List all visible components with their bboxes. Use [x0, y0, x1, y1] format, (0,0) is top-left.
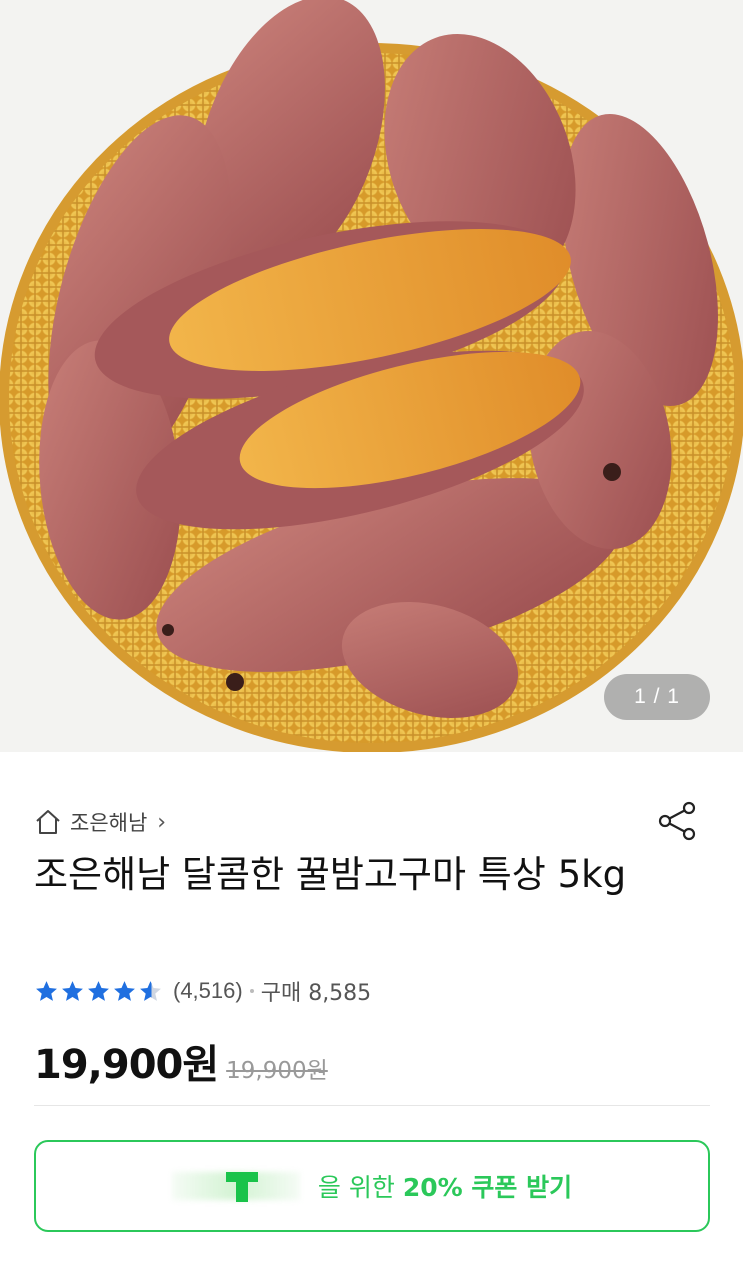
original-price: 19,900원	[226, 1058, 328, 1084]
coupon-text-prefix: 을 위한	[317, 1173, 403, 1202]
coupon-text: 을 위한 20% 쿠폰 받기	[318, 1168, 572, 1204]
store-link[interactable]: 조은해남 ›	[34, 806, 166, 838]
rating-row[interactable]: (4,516) 구매 8,585	[34, 974, 371, 1008]
bottom-mask	[116, 1232, 300, 1266]
purchase-count: 구매 8,585	[260, 981, 372, 1006]
star-icon	[114, 980, 135, 1001]
store-name: 조은해남	[70, 811, 148, 835]
product-image[interactable]: 1 / 1	[0, 0, 743, 752]
star-icon	[88, 980, 109, 1001]
t-logo-icon	[225, 1172, 258, 1202]
membership-logo	[171, 1168, 300, 1204]
home-icon	[36, 810, 60, 834]
star-half-icon	[140, 980, 161, 1001]
star-icon	[62, 980, 83, 1001]
coupon-text-highlight: 20% 쿠폰 받기	[402, 1173, 573, 1202]
chevron-right-icon: ›	[157, 809, 167, 835]
sale-price: 19,900원	[34, 1042, 219, 1088]
product-title: 조은해남 달콤한 꿀밤고구마 특상 5kg	[34, 853, 627, 896]
star-rating	[34, 979, 163, 1004]
share-icon[interactable]	[656, 800, 698, 842]
divider	[34, 1105, 710, 1106]
sweet-potato-illustration	[0, 0, 743, 752]
review-count[interactable]: (4,516)	[173, 978, 243, 1004]
separator-dot	[249, 989, 254, 993]
image-counter: 1 / 1	[604, 674, 710, 720]
star-icon	[36, 980, 57, 1001]
price-row: 19,900원 19,900원	[34, 1032, 328, 1090]
coupon-button[interactable]: 을 위한 20% 쿠폰 받기	[34, 1140, 710, 1232]
